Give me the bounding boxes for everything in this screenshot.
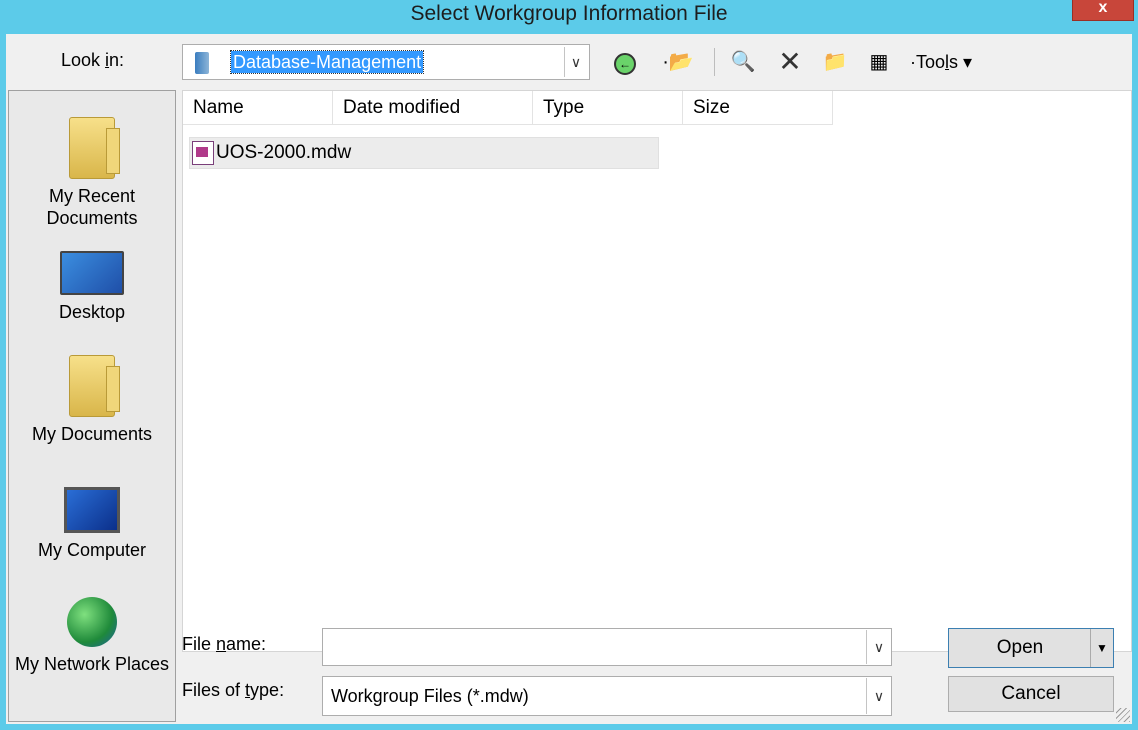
file-name-field[interactable] bbox=[322, 628, 892, 666]
mdw-file-icon bbox=[192, 141, 214, 165]
files-of-type-select[interactable]: Workgroup Files (*.mdw) bbox=[322, 676, 892, 716]
places-bar: My Recent Documents Desktop My Documents… bbox=[8, 90, 176, 722]
cancel-button[interactable]: Cancel bbox=[948, 676, 1114, 712]
chevron-down-icon[interactable]: ▼ bbox=[1090, 629, 1113, 667]
search-web-icon[interactable]: 🔍 bbox=[728, 48, 758, 76]
recent-documents-icon bbox=[69, 117, 120, 179]
open-label: Open bbox=[996, 637, 1044, 658]
column-header-name[interactable]: Name bbox=[183, 91, 333, 125]
place-label: My Recent Documents bbox=[46, 186, 138, 228]
dialog-window: Select Workgroup Information File x Look… bbox=[0, 0, 1138, 730]
up-folder-icon[interactable]: ·📂 bbox=[656, 48, 700, 76]
look-in-label: Look in: bbox=[61, 50, 125, 70]
column-header-type[interactable]: Type bbox=[533, 91, 683, 125]
views-icon[interactable]: ▦ bbox=[864, 48, 894, 76]
look-in-value: Database-Management bbox=[229, 50, 425, 74]
files-of-type-label: Files of type: bbox=[182, 680, 285, 700]
file-list[interactable]: Name Date modified Type Size UOS-2000.md… bbox=[182, 90, 1132, 652]
network-places-icon bbox=[67, 597, 117, 647]
place-label: My Computer bbox=[37, 540, 147, 560]
file-name: UOS-2000.mdw bbox=[216, 142, 352, 163]
title-bar: Select Workgroup Information File x bbox=[0, 0, 1138, 34]
place-label: My Network Places bbox=[14, 654, 170, 674]
window-title: Select Workgroup Information File bbox=[410, 2, 728, 25]
place-label: My Documents bbox=[31, 424, 153, 444]
desktop-icon bbox=[60, 251, 124, 295]
chevron-down-icon[interactable]: ∨ bbox=[866, 678, 891, 714]
new-folder-icon[interactable]: 📁 bbox=[817, 48, 853, 76]
file-name-label: File name: bbox=[182, 634, 267, 654]
folder-icon bbox=[195, 52, 209, 74]
chevron-down-icon[interactable]: ∨ bbox=[866, 630, 891, 664]
look-in-combobox[interactable]: Database-Management ∨ bbox=[182, 44, 590, 80]
resize-grip[interactable] bbox=[1116, 708, 1130, 722]
toolbar-separator bbox=[714, 48, 715, 76]
place-desktop[interactable]: Desktop bbox=[9, 251, 175, 323]
chevron-down-icon[interactable]: ∨ bbox=[564, 47, 587, 77]
close-button[interactable]: x bbox=[1072, 0, 1134, 21]
dialog-client-area: Look in: Database-Management ∨ ← ·📂 🔍 ✕ … bbox=[6, 34, 1132, 724]
back-icon[interactable]: ← bbox=[611, 48, 639, 76]
place-my-computer[interactable]: My Computer bbox=[9, 487, 175, 561]
place-label: Desktop bbox=[58, 302, 126, 322]
files-of-type-value: Workgroup Files (*.mdw) bbox=[331, 686, 529, 706]
my-documents-icon bbox=[69, 355, 120, 417]
delete-icon[interactable]: ✕ bbox=[776, 48, 804, 76]
place-my-documents[interactable]: My Documents bbox=[9, 355, 175, 445]
place-network-places[interactable]: My Network Places bbox=[9, 597, 175, 675]
list-item[interactable]: UOS-2000.mdw bbox=[189, 137, 659, 169]
column-header-date-modified[interactable]: Date modified bbox=[333, 91, 533, 125]
place-recent-documents[interactable]: My Recent Documents bbox=[9, 117, 175, 229]
tools-menu-button[interactable]: ·Tools ▾ bbox=[910, 48, 1020, 76]
open-button[interactable]: Open ▼ bbox=[948, 628, 1114, 668]
column-header-size[interactable]: Size bbox=[683, 91, 833, 125]
my-computer-icon bbox=[64, 487, 120, 533]
